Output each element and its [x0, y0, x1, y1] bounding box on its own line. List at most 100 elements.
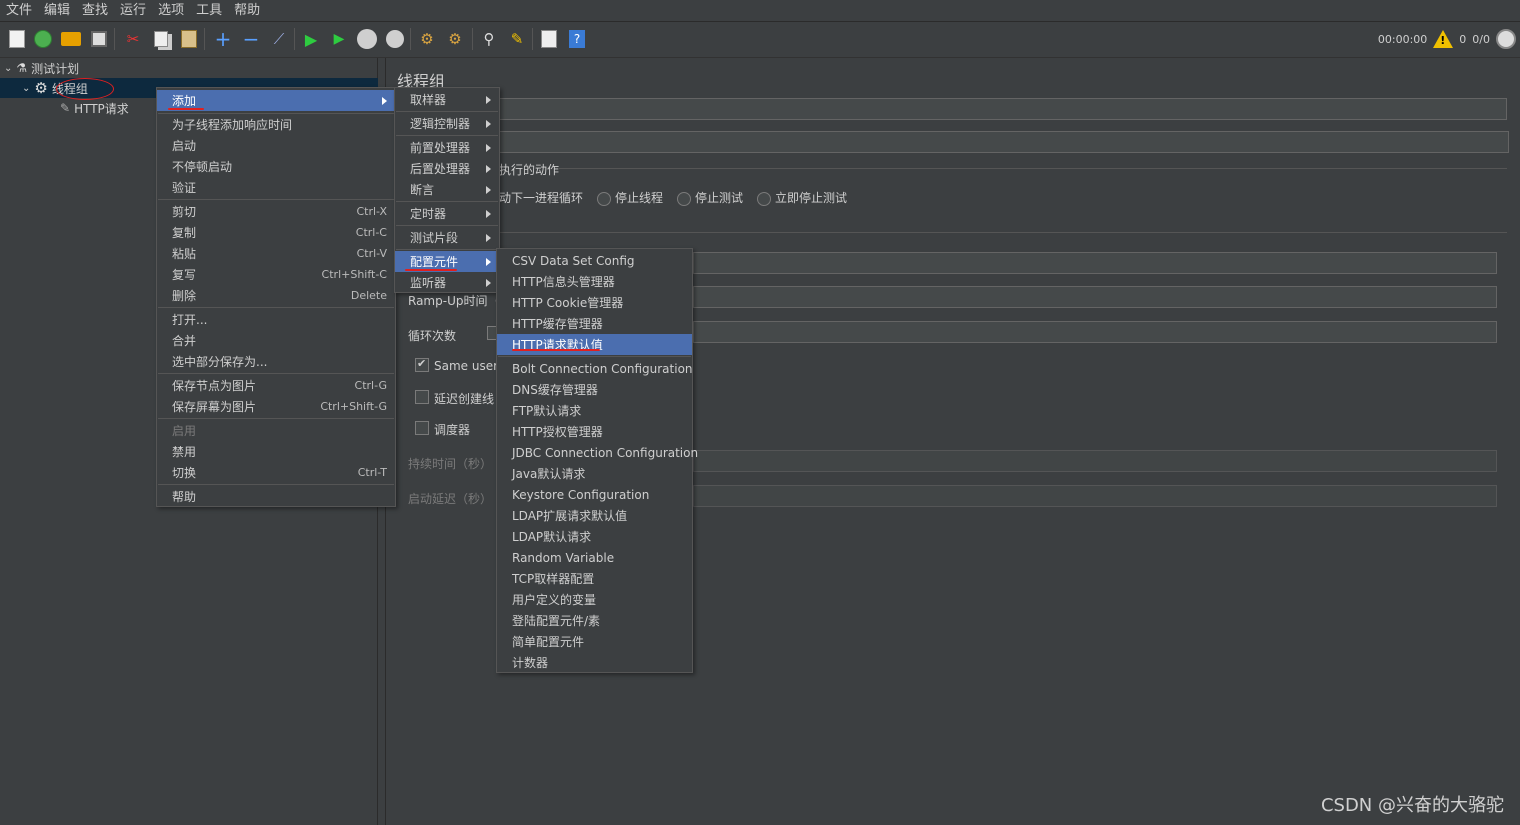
name-field[interactable]	[497, 98, 1507, 120]
menu-item-save-selection[interactable]: 选中部分保存为...	[157, 351, 395, 372]
submenu-pre-processor[interactable]: 前置处理器	[395, 137, 499, 158]
menu-search[interactable]: 查找	[76, 0, 114, 22]
config-random-variable[interactable]: Random Variable	[497, 547, 692, 568]
config-keystore[interactable]: Keystore Configuration	[497, 484, 692, 505]
menu-options[interactable]: 选项	[152, 0, 190, 22]
config-ftp-request-defaults[interactable]: FTP默认请求	[497, 400, 692, 421]
menu-bar: 文件 编辑 查找 运行 选项 工具 帮助	[0, 0, 1520, 22]
rampup-field[interactable]	[693, 286, 1497, 308]
config-jdbc-connection[interactable]: JDBC Connection Configuration	[497, 442, 698, 463]
help-icon[interactable]: ?	[566, 28, 588, 50]
config-http-header-manager[interactable]: HTTP信息头管理器	[497, 271, 692, 292]
menu-item-duplicate[interactable]: 复写 Ctrl+Shift-C	[157, 264, 395, 285]
elapsed-timer: 00:00:00	[1377, 32, 1428, 46]
config-http-request-defaults[interactable]: HTTP请求默认值	[497, 334, 692, 355]
menu-item-save-screen-image[interactable]: 保存屏幕为图片 Ctrl+Shift-G	[157, 396, 395, 417]
config-ldap-ext-defaults[interactable]: LDAP扩展请求默认值	[497, 505, 692, 526]
config-bolt-connection[interactable]: Bolt Connection Configuration	[497, 358, 693, 379]
submenu-assertion[interactable]: 断言	[395, 179, 499, 200]
config-tcp-sampler[interactable]: TCP取样器配置	[497, 568, 692, 589]
menu-edit[interactable]: 编辑	[38, 0, 76, 22]
config-http-cookie-manager[interactable]: HTTP Cookie管理器	[497, 292, 692, 313]
rampup-label: Ramp-Up时间（	[408, 294, 500, 308]
menu-item-toggle[interactable]: 切换 Ctrl-T	[157, 462, 395, 483]
comments-field[interactable]	[497, 131, 1509, 153]
open-icon[interactable]	[60, 28, 82, 50]
paste-icon[interactable]	[178, 28, 200, 50]
threads-field[interactable]	[693, 252, 1497, 274]
start-no-pause-icon[interactable]: ▶	[328, 28, 350, 50]
cut-icon[interactable]: ✂	[122, 28, 144, 50]
menu-item-save-node-image[interactable]: 保存节点为图片 Ctrl-G	[157, 375, 395, 396]
menu-item-merge[interactable]: 合并	[157, 330, 395, 351]
menu-item-delete[interactable]: 删除 Delete	[157, 285, 395, 306]
startup-delay-label: 启动延迟（秒）	[408, 492, 493, 506]
scheduler-checkbox[interactable]	[415, 421, 429, 435]
duration-field[interactable]	[693, 450, 1497, 472]
collapse-icon[interactable]: −	[240, 27, 262, 51]
menu-file[interactable]: 文件	[0, 0, 38, 22]
startup-delay-field[interactable]	[693, 485, 1497, 507]
config-ldap-defaults[interactable]: LDAP默认请求	[497, 526, 692, 547]
same-user-checkbox[interactable]	[415, 357, 429, 372]
tree-node-test-plan[interactable]: ⌄ ⚗ 测试计划	[4, 58, 79, 78]
config-element-submenu: CSV Data Set Config HTTP信息头管理器 HTTP Cook…	[496, 248, 698, 673]
function-helper-icon[interactable]	[538, 28, 560, 50]
copy-icon[interactable]	[150, 28, 172, 50]
search-icon[interactable]: ⚲	[478, 28, 500, 50]
radio-stop-test[interactable]: 停止测试	[677, 189, 743, 206]
clear-all-icon[interactable]: ⚙	[444, 28, 466, 50]
menu-item-help[interactable]: 帮助	[157, 486, 395, 507]
menu-item-open[interactable]: 打开...	[157, 309, 395, 330]
submenu-post-processor[interactable]: 后置处理器	[395, 158, 499, 179]
config-login-config[interactable]: 登陆配置元件/素	[497, 610, 692, 631]
config-user-defined-variables[interactable]: 用户定义的变量	[497, 589, 692, 610]
reset-search-icon[interactable]: ✎	[506, 28, 528, 50]
submenu-test-fragment[interactable]: 测试片段	[395, 227, 499, 248]
toolbar: ✂ + − ⟋ ▶ ▶ ⚙ ⚙ ⚲ ✎ ? 00:00:00 ! 0 0/0	[0, 22, 1520, 58]
config-dns-cache-manager[interactable]: DNS缓存管理器	[497, 379, 692, 400]
config-counter[interactable]: 计数器	[497, 652, 692, 673]
start-icon[interactable]: ▶	[300, 28, 322, 50]
menu-tools[interactable]: 工具	[190, 0, 228, 22]
menu-help[interactable]: 帮助	[228, 0, 266, 22]
shutdown-icon[interactable]	[384, 28, 406, 50]
new-icon[interactable]	[6, 28, 28, 50]
radio-next-loop-label[interactable]: 动下一进程循环	[499, 189, 583, 206]
chevron-down-icon[interactable]: ⌄	[22, 83, 30, 94]
config-java-request-defaults[interactable]: Java默认请求	[497, 463, 692, 484]
menu-item-validate[interactable]: 验证	[157, 177, 395, 198]
radio-stop-thread[interactable]: 停止线程	[597, 189, 663, 206]
loop-count-field[interactable]	[693, 321, 1497, 343]
stop-icon[interactable]	[356, 28, 378, 50]
config-csv-data-set[interactable]: CSV Data Set Config	[497, 250, 692, 271]
radio-stop-now[interactable]: 立即停止测试	[757, 189, 847, 206]
warning-icon[interactable]: !	[1433, 30, 1454, 48]
tree-node-http-request[interactable]: ✎ HTTP请求	[60, 98, 129, 118]
remote-globe-icon[interactable]	[1496, 29, 1516, 49]
submenu-listener[interactable]: 监听器	[395, 272, 499, 293]
menu-item-copy[interactable]: 复制 Ctrl-C	[157, 222, 395, 243]
submenu-timer[interactable]: 定时器	[395, 203, 499, 224]
error-action-label: 执行的动作	[499, 163, 560, 177]
menu-item-disable[interactable]: 禁用	[157, 441, 395, 462]
menu-item-start-no-pause[interactable]: 不停顿启动	[157, 156, 395, 177]
chevron-down-icon[interactable]: ⌄	[4, 63, 12, 74]
submenu-logic-controller[interactable]: 逻辑控制器	[395, 113, 499, 134]
clear-icon[interactable]: ⚙	[416, 28, 438, 50]
status-area: 00:00:00 ! 0 0/0	[1378, 28, 1516, 50]
toggle-icon[interactable]: ⟋	[268, 28, 290, 50]
menu-item-paste[interactable]: 粘贴 Ctrl-V	[157, 243, 395, 264]
menu-item-add-response-time[interactable]: 为子线程添加响应时间	[157, 114, 395, 135]
expand-icon[interactable]: +	[212, 27, 234, 51]
submenu-sampler[interactable]: 取样器	[395, 89, 499, 110]
delay-create-checkbox[interactable]	[415, 390, 429, 404]
save-icon[interactable]	[88, 28, 110, 50]
config-http-auth-manager[interactable]: HTTP授权管理器	[497, 421, 692, 442]
templates-icon[interactable]	[32, 28, 54, 50]
menu-run[interactable]: 运行	[114, 0, 152, 22]
menu-item-cut[interactable]: 剪切 Ctrl-X	[157, 201, 395, 222]
config-simple-config[interactable]: 简单配置元件	[497, 631, 692, 652]
config-http-cache-manager[interactable]: HTTP缓存管理器	[497, 313, 692, 334]
menu-item-start[interactable]: 启动	[157, 135, 395, 156]
